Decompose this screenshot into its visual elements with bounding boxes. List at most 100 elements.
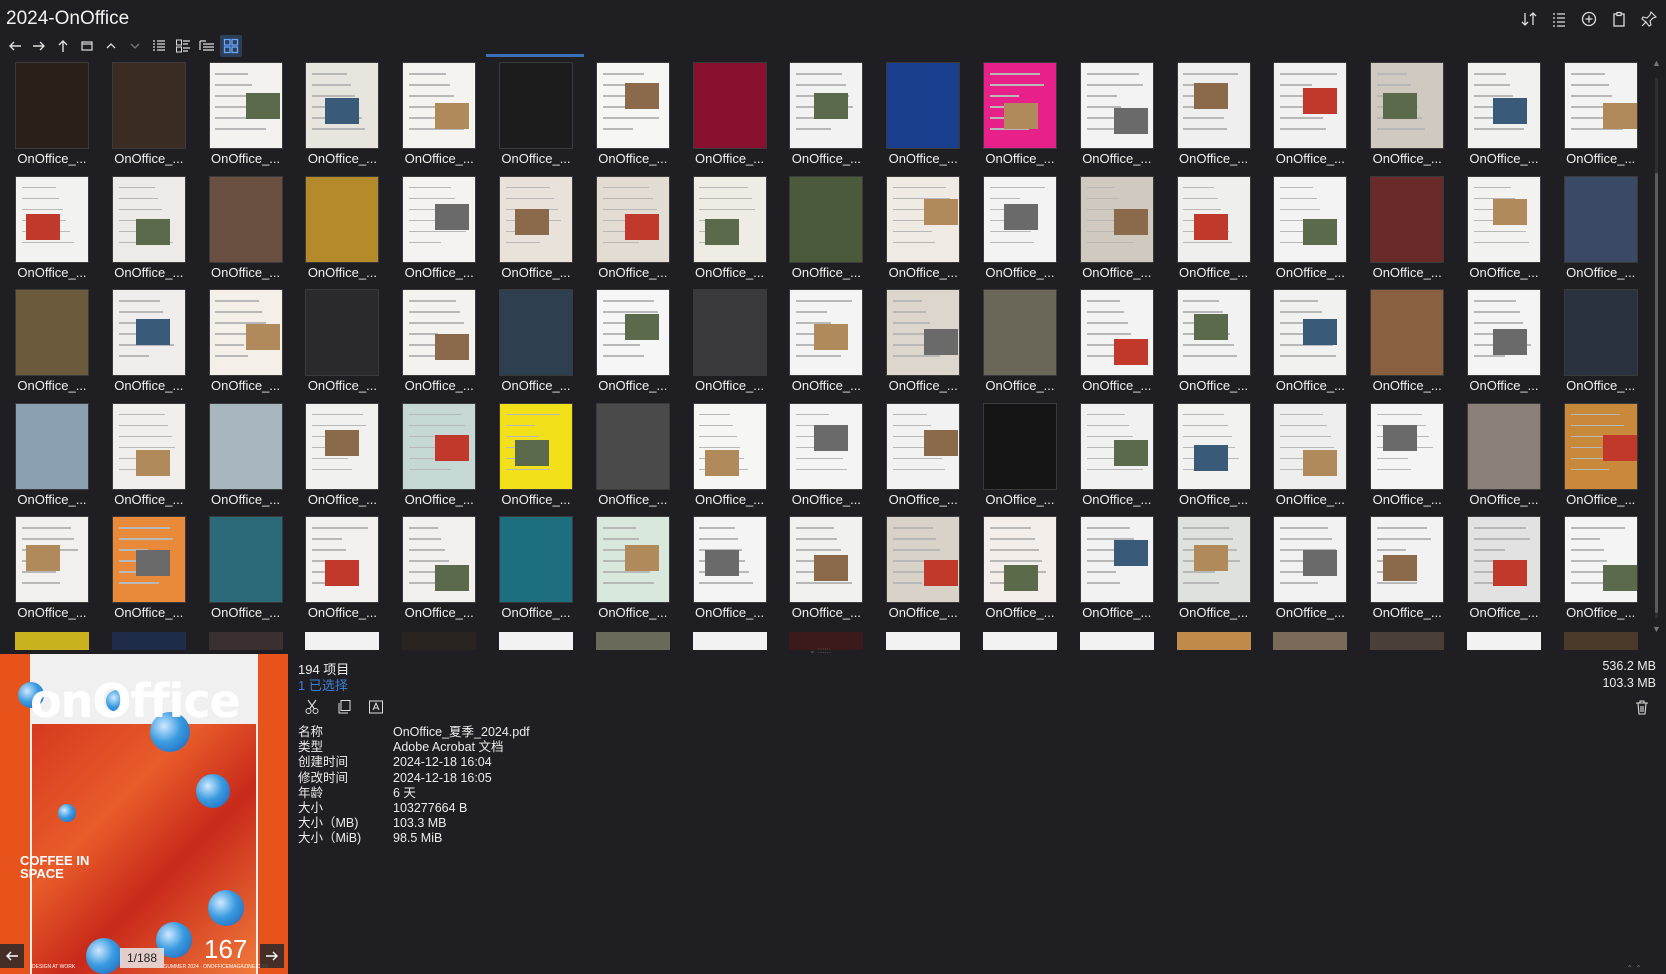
thumbnail-item[interactable]: OnOffice_... xyxy=(8,289,105,403)
chevron-up-icon[interactable] xyxy=(100,35,122,57)
thumbnail-item[interactable]: OnOffice_... xyxy=(492,402,589,517)
cut-icon[interactable] xyxy=(302,697,322,717)
forward-arrow-icon[interactable] xyxy=(28,35,50,57)
thumbnail-item[interactable]: OnOffice_... xyxy=(589,62,686,176)
tree-view-icon[interactable] xyxy=(196,35,218,57)
thumbnail-item[interactable]: OnOffice_... xyxy=(202,289,299,403)
thumbnail-item[interactable] xyxy=(298,632,395,650)
thumbnail-item[interactable]: OnOffice_... xyxy=(1073,175,1170,290)
thumbnail-item[interactable]: OnOffice_... xyxy=(1557,289,1650,403)
list-options-icon[interactable] xyxy=(1548,8,1570,30)
thumbnail-item[interactable]: OnOffice_... xyxy=(1363,175,1460,290)
prev-page-button[interactable] xyxy=(0,944,24,968)
thumbnail-item[interactable]: OnOffice_... xyxy=(1170,402,1267,517)
list-view-icon[interactable] xyxy=(148,35,170,57)
up-arrow-icon[interactable] xyxy=(52,35,74,57)
thumbnail-item[interactable]: OnOffice_... xyxy=(976,402,1073,517)
vertical-scrollbar[interactable]: ▲ ▼ xyxy=(1652,58,1662,650)
thumbnail-item[interactable]: OnOffice_... xyxy=(105,402,202,517)
thumbnail-item[interactable] xyxy=(8,632,105,650)
thumbnail-item[interactable] xyxy=(1460,632,1557,650)
thumbnail-item[interactable]: OnOffice_... xyxy=(1073,62,1170,176)
thumbnail-item[interactable]: OnOffice_... xyxy=(8,402,105,517)
thumbnail-item[interactable]: OnOffice_... xyxy=(782,175,879,290)
thumbnail-item[interactable]: OnOffice_... xyxy=(976,516,1073,630)
thumbnail-item[interactable] xyxy=(202,632,299,650)
thumbnail-item[interactable]: OnOffice_... xyxy=(879,402,976,517)
thumbnail-item[interactable]: OnOffice_... xyxy=(105,289,202,403)
thumbnail-item[interactable]: OnOffice_... xyxy=(1363,402,1460,517)
thumbnail-item[interactable]: OnOffice_... xyxy=(395,402,492,517)
thumbnail-item[interactable]: OnOffice_... xyxy=(1266,289,1363,403)
thumbnail-item[interactable] xyxy=(686,632,783,650)
thumbnail-item[interactable]: OnOffice_... xyxy=(976,175,1073,290)
thumbnail-item[interactable]: OnOffice_... xyxy=(1170,289,1267,403)
thumbnail-item[interactable]: OnOffice_... xyxy=(1557,516,1650,630)
thumbnail-item[interactable]: OnOffice_... xyxy=(8,62,105,176)
thumbnail-item[interactable]: OnOffice_... xyxy=(298,62,395,176)
thumbnail-item[interactable]: OnOffice_... xyxy=(298,402,395,517)
thumbnail-item[interactable]: OnOffice_... xyxy=(1460,62,1557,176)
thumbnail-item[interactable]: OnOffice_... xyxy=(1460,175,1557,290)
thumbnail-item[interactable]: OnOffice_... xyxy=(589,289,686,403)
pane-resize-grip[interactable]: ⌄ :::::: xyxy=(800,647,840,655)
thumbnail-item[interactable] xyxy=(395,632,492,650)
thumbnail-item[interactable]: OnOffice_... xyxy=(589,175,686,290)
thumbnail-item[interactable]: OnOffice_... xyxy=(1460,516,1557,630)
thumbnail-item[interactable]: OnOffice_... xyxy=(202,516,299,630)
scroll-up-icon[interactable]: ▲ xyxy=(1652,58,1661,68)
thumbnail-item[interactable]: OnOffice_... xyxy=(298,175,395,290)
back-arrow-icon[interactable] xyxy=(4,35,26,57)
thumbnail-item[interactable] xyxy=(1073,632,1170,650)
thumbnail-item[interactable] xyxy=(1266,632,1363,650)
thumbnail-item[interactable]: OnOffice_... xyxy=(8,175,105,290)
thumbnail-item[interactable]: OnOffice_... xyxy=(202,175,299,290)
thumbnail-item[interactable]: OnOffice_... xyxy=(395,516,492,630)
pin-icon[interactable] xyxy=(1638,8,1660,30)
thumbnail-item[interactable]: OnOffice_... xyxy=(782,62,879,176)
thumbnail-item[interactable]: OnOffice_... xyxy=(782,516,879,630)
rename-icon[interactable] xyxy=(366,697,386,717)
thumbnail-item[interactable]: OnOffice_... xyxy=(976,289,1073,403)
thumbnail-item[interactable] xyxy=(976,632,1073,650)
thumbnail-item[interactable]: OnOffice_... xyxy=(395,62,492,176)
thumbnail-item[interactable]: OnOffice_... xyxy=(1266,62,1363,176)
thumbnail-item[interactable]: OnOffice_... xyxy=(976,62,1073,176)
thumbnail-item[interactable]: OnOffice_... xyxy=(589,516,686,630)
thumbnail-item[interactable]: OnOffice_... xyxy=(1073,516,1170,630)
thumbnail-item[interactable]: OnOffice_... xyxy=(395,175,492,290)
thumbnail-item[interactable]: OnOffice_... xyxy=(879,516,976,630)
thumbnail-item[interactable]: OnOffice_... xyxy=(492,62,589,176)
thumbnail-item[interactable]: OnOffice_... xyxy=(879,175,976,290)
thumbnail-item[interactable]: OnOffice_... xyxy=(589,402,686,517)
thumbnail-item[interactable]: OnOffice_... xyxy=(492,289,589,403)
thumbnail-item[interactable] xyxy=(105,632,202,650)
thumbnail-item[interactable]: OnOffice_... xyxy=(395,289,492,403)
thumbnail-item[interactable]: OnOffice_... xyxy=(492,175,589,290)
thumbnail-item[interactable] xyxy=(879,632,976,650)
thumbnail-item[interactable]: OnOffice_... xyxy=(879,62,976,176)
thumbnail-item[interactable]: OnOffice_... xyxy=(879,289,976,403)
thumbnail-item[interactable]: OnOffice_... xyxy=(298,289,395,403)
thumbnail-item[interactable]: OnOffice_... xyxy=(105,516,202,630)
clipboard-icon[interactable] xyxy=(1608,8,1630,30)
thumbnail-item[interactable]: OnOffice_... xyxy=(492,516,589,630)
thumbnail-item[interactable]: OnOffice_... xyxy=(202,402,299,517)
thumbnail-item[interactable]: OnOffice_... xyxy=(1460,289,1557,403)
next-page-button[interactable] xyxy=(260,944,284,968)
trash-icon[interactable] xyxy=(1632,697,1652,717)
window-icon[interactable] xyxy=(76,35,98,57)
thumbnail-view-icon[interactable] xyxy=(220,35,242,57)
thumbnail-item[interactable]: OnOffice_... xyxy=(8,516,105,630)
detail-view-icon[interactable] xyxy=(172,35,194,57)
thumbnail-item[interactable]: OnOffice_... xyxy=(105,62,202,176)
scroll-down-icon[interactable]: ▼ xyxy=(1652,624,1661,634)
copy-icon[interactable] xyxy=(334,697,354,717)
thumbnail-item[interactable] xyxy=(1557,632,1650,650)
thumbnail-item[interactable]: OnOffice_... xyxy=(1073,289,1170,403)
thumbnail-item[interactable]: OnOffice_... xyxy=(1073,402,1170,517)
thumbnail-item[interactable] xyxy=(1363,632,1460,650)
thumbnail-item[interactable]: OnOffice_... xyxy=(1557,175,1650,290)
thumbnail-item[interactable]: OnOffice_... xyxy=(1266,175,1363,290)
add-icon[interactable] xyxy=(1578,8,1600,30)
